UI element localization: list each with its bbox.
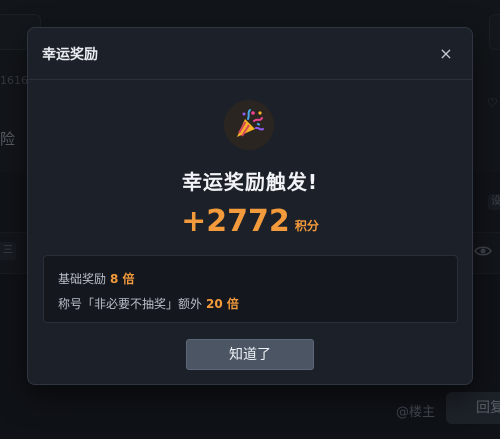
points-unit: 积分 <box>294 219 319 233</box>
reward-headline: 幸运奖励触发! <box>181 170 319 194</box>
reward-details: 基础奖励 8 倍 称号「非必要不抽奖」额外 20 倍 <box>43 255 458 323</box>
title-bonus-label: 称号「非必要不抽奖」额外 <box>58 297 203 311</box>
base-reward-multiplier: 8 倍 <box>110 272 135 286</box>
dialog-title: 幸运奖励 <box>42 47 98 63</box>
base-reward-line: 基础奖励 8 倍 <box>58 270 135 287</box>
points-display: +2772 积分 <box>28 204 472 239</box>
points-value: +2772 <box>181 204 290 239</box>
close-icon[interactable]: × <box>434 42 458 66</box>
confirm-button[interactable]: 知道了 <box>186 339 314 370</box>
title-bonus-multiplier: 20 倍 <box>206 297 239 311</box>
dialog-header: 幸运奖励 × <box>28 28 472 80</box>
title-bonus-line: 称号「非必要不抽奖」额外 20 倍 <box>58 295 239 312</box>
base-reward-label: 基础奖励 <box>58 272 107 286</box>
party-popper-icon <box>224 100 274 150</box>
lucky-reward-dialog: 幸运奖励 × 幸运奖励触发! +2772 积分 基础奖励 8 倍 称号「非必要不抽奖 <box>27 27 473 385</box>
